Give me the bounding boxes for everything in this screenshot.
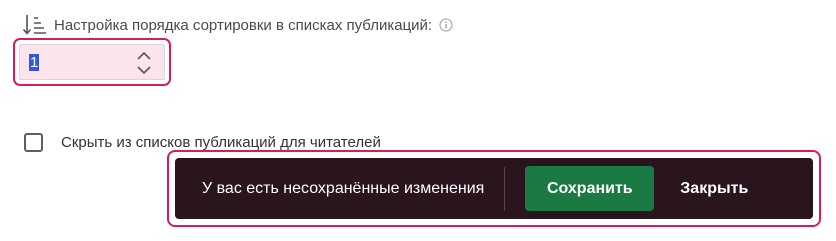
sort-order-value[interactable]: 1 — [29, 54, 40, 71]
toast-divider — [504, 166, 506, 211]
unsaved-changes-bar: У вас есть несохранённые изменения Сохра… — [175, 158, 813, 219]
hide-from-lists-label: Скрыть из списков публикаций для читател… — [61, 133, 381, 151]
sort-order-row: Настройка порядка сортировки в списках п… — [22, 12, 453, 38]
chevron-up-down-icon[interactable] — [136, 50, 152, 76]
info-icon[interactable] — [439, 18, 453, 32]
sort-order-focus-ring: 1 — [13, 38, 171, 86]
save-button[interactable]: Сохранить — [525, 166, 655, 211]
unsaved-changes-message: У вас есть несохранённые изменения — [202, 179, 485, 197]
settings-page: Настройка порядка сортировки в списках п… — [0, 0, 836, 241]
sort-order-stepper[interactable]: 1 — [19, 44, 165, 80]
sort-order-label: Настройка порядка сортировки в списках п… — [54, 16, 433, 34]
close-button[interactable]: Закрыть — [666, 166, 762, 211]
hide-from-lists-checkbox[interactable] — [24, 132, 43, 152]
sort-ascending-icon — [22, 12, 48, 38]
unsaved-changes-focus-ring: У вас есть несохранённые изменения Сохра… — [167, 150, 821, 227]
